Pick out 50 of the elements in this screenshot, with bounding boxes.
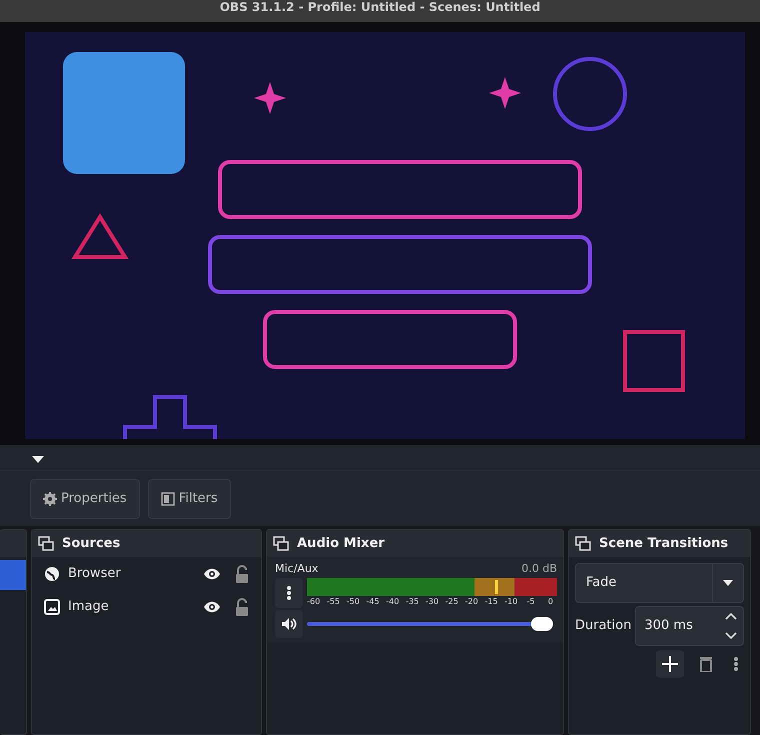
- meter-tick-label: -30: [426, 596, 438, 608]
- channel-name: Mic/Aux: [275, 561, 318, 577]
- add-button[interactable]: [656, 650, 684, 678]
- meter-tick-label: -40: [386, 596, 399, 608]
- volume-slider[interactable]: [307, 616, 553, 630]
- meter-tick-label: 0: [546, 596, 554, 608]
- window-title: OBS 31.1.2 - Profile: Untitled - Scenes: Untitled: [0, 0, 760, 22]
- dock-title: Sources: [62, 534, 120, 553]
- dock-title: Scene Transitions: [599, 534, 728, 553]
- properties-button[interactable]: Properties: [30, 479, 140, 519]
- source-item[interactable]: Browser: [68, 564, 195, 584]
- dock-icon: [273, 536, 289, 551]
- meter-tick-label: -10: [504, 596, 518, 608]
- unlocked-lock-icon[interactable]: [235, 598, 249, 616]
- dock-icon: [38, 536, 54, 551]
- image-icon: [44, 598, 60, 614]
- dock-icon: [575, 536, 591, 551]
- db-reading: 0.0 dB: [521, 561, 557, 577]
- speaker-button[interactable]: [275, 610, 303, 638]
- transition-dropdown[interactable]: Fade: [575, 563, 744, 603]
- source-item[interactable]: Image: [68, 596, 195, 616]
- duration-label: Duration: [575, 617, 632, 636]
- kebab-icon: [287, 586, 291, 600]
- meter-tick-label: -60: [307, 596, 320, 608]
- gear-icon: [43, 492, 57, 506]
- meter-tick-label: -15: [484, 596, 498, 608]
- dropdown-arrow-icon[interactable]: [32, 456, 44, 464]
- caret-icon: [723, 580, 733, 586]
- unlocked-lock-icon[interactable]: [235, 564, 249, 582]
- spin-arrows-icon: [725, 613, 737, 639]
- speaker-icon: [281, 616, 297, 630]
- volume-thumb[interactable]: [531, 616, 553, 630]
- duration-spinbox[interactable]: 300 ms: [635, 606, 744, 646]
- eye-icon[interactable]: [203, 600, 221, 612]
- trash-icon: [699, 656, 713, 672]
- plus-icon: [662, 656, 678, 672]
- meter-tick-label: -45: [366, 596, 380, 608]
- meter-tick-label: -35: [406, 596, 419, 608]
- filters-button[interactable]: Filters: [148, 479, 231, 519]
- meter-tick-label: -25: [445, 596, 458, 608]
- dock-title: Audio Mixer: [297, 534, 385, 553]
- meter-tick-label: -20: [465, 596, 478, 608]
- more-options-button[interactable]: [275, 578, 303, 608]
- eye-icon[interactable]: [203, 568, 221, 580]
- meter-tick-label: -55: [326, 596, 340, 608]
- filter-icon: [160, 492, 175, 506]
- meter-tick-label: -5: [526, 596, 536, 608]
- meter-tick-label: -50: [346, 596, 360, 608]
- globe-icon: [44, 566, 60, 582]
- kebab-icon: [734, 657, 738, 671]
